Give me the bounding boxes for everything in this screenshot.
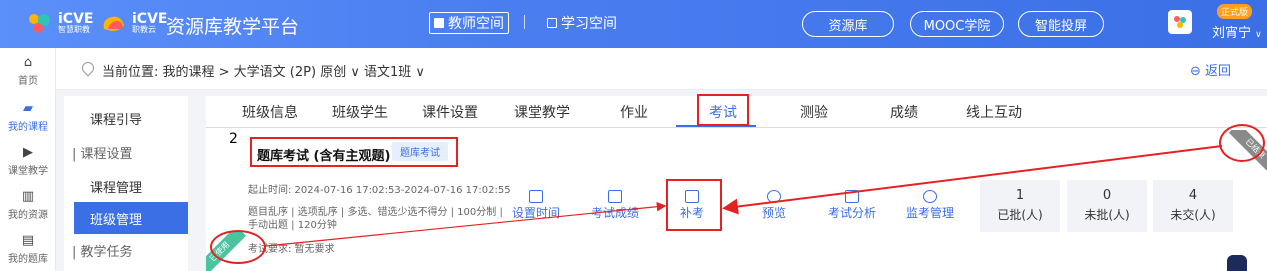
annotation-arrows (265, 145, 1223, 247)
annotation-arrow-from-ended (722, 145, 1223, 215)
annotation-arrow-from-used (265, 201, 667, 247)
assistant-robot-icon[interactable] (1227, 255, 1247, 271)
